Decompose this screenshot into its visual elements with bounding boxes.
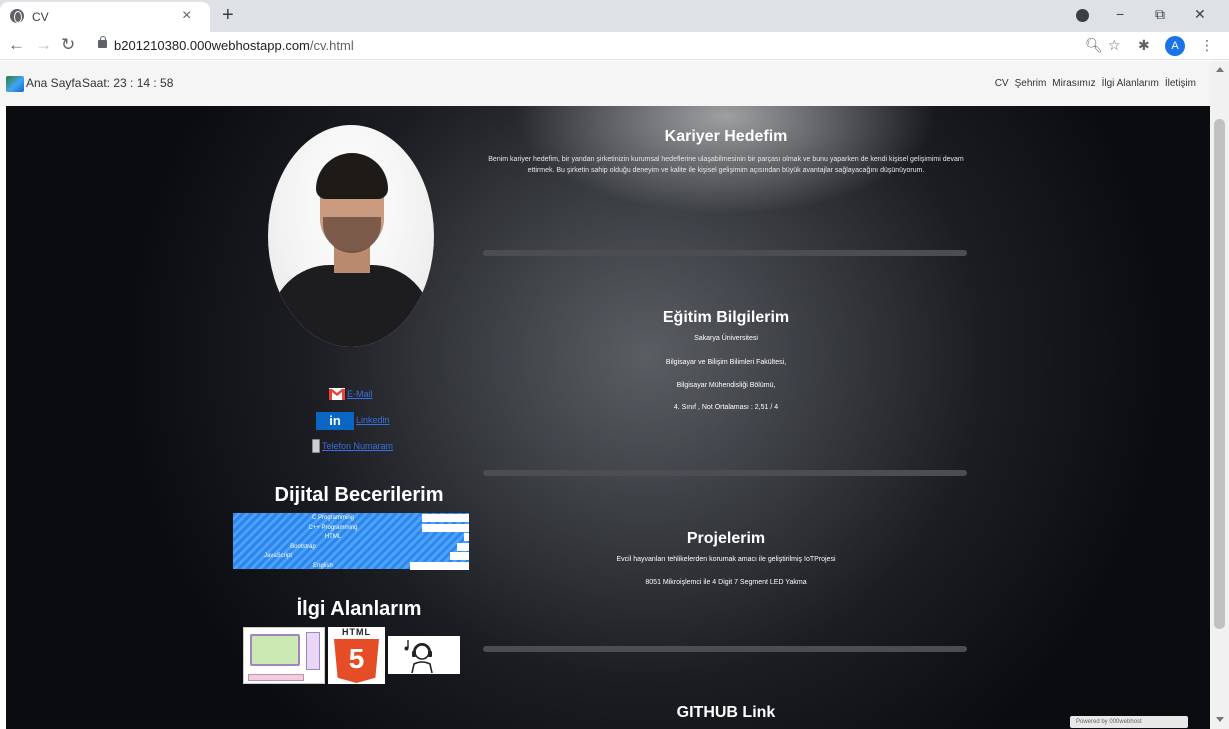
profile-avatar[interactable]: A — [1165, 36, 1185, 56]
education-line: 4. Sınıf , Not Ortalaması : 2,51 / 4 — [673, 404, 779, 411]
linkedin-link[interactable]: Linkedin — [356, 415, 390, 425]
url-path: /cv.html — [309, 38, 354, 53]
nav-link-sehrim[interactable]: Şehrim — [1015, 78, 1047, 89]
scrollbar[interactable] — [1210, 61, 1229, 729]
skill-bar — [410, 562, 469, 570]
computer-keyboard — [248, 674, 304, 681]
web-page: Ana Sayfa Saat: 23 : 14 : 58 CV Şehrim M… — [0, 61, 1210, 729]
zoom-icon[interactable]: 🔍︎ — [1085, 37, 1103, 54]
minimize-button[interactable]: − — [1116, 6, 1124, 22]
section-divider — [483, 250, 967, 256]
skills-chart: C Programming C++ Programming HTML Boots… — [233, 513, 469, 570]
html5-label: HTML — [342, 627, 371, 637]
skill-row: C Programming — [233, 514, 469, 522]
photo-beard — [323, 217, 381, 253]
education-line: Sakarya Üniversitesi — [694, 335, 758, 342]
project-line: Evcil hayvanları tehlikelerden korumak a… — [616, 556, 836, 563]
skill-row: English — [233, 562, 469, 570]
computer-tower — [306, 632, 320, 670]
music-listener-icon — [388, 636, 460, 674]
globe-icon — [10, 9, 24, 23]
nav-links: CV Şehrim Mirasımız İlgi Alanlarım İleti… — [995, 78, 1196, 89]
github-title: GITHUB Link — [676, 704, 776, 721]
skill-label: JavaScript — [263, 553, 292, 560]
skill-label: Bootstrap — [290, 543, 316, 550]
phone-link[interactable]: Telefon Numaram — [322, 441, 393, 451]
host-badge[interactable]: Powered by 000webhost — [1070, 716, 1188, 728]
nav-link-ilgi-alanlarim[interactable]: İlgi Alanlarım — [1102, 78, 1159, 89]
nav-link-iletisim[interactable]: İletişim — [1165, 78, 1196, 89]
skill-label: C Programming — [311, 515, 354, 521]
scroll-down-arrow-icon[interactable] — [1216, 717, 1224, 722]
section-divider — [483, 646, 967, 652]
browser-tab[interactable]: CV × — [0, 2, 210, 32]
site-logo-icon[interactable] — [6, 76, 24, 92]
education-line: Bilgisayar Mühendisliği Bölümü, — [676, 382, 776, 389]
tab-title: CV — [32, 10, 49, 24]
menu-dots-icon[interactable]: ⋮ — [1200, 37, 1214, 54]
section-divider — [483, 470, 967, 476]
browser-toolbar: ← → ↻ b201210380.000webhostapp.com/cv.ht… — [0, 32, 1229, 60]
forward-arrow-icon[interactable]: → — [35, 35, 52, 55]
clock-display: Saat: 23 : 14 : 58 — [82, 76, 174, 90]
html5-number: 5 — [348, 643, 365, 674]
skill-row: JavaScript — [233, 552, 469, 561]
photo-hair — [316, 153, 388, 199]
profile-photo — [268, 125, 434, 347]
star-icon[interactable]: ☆ — [1108, 37, 1121, 54]
photo-shirt — [270, 265, 432, 347]
nav-link-mirasimiz[interactable]: Mirasımız — [1052, 78, 1095, 89]
restore-button[interactable]: ⧉ — [1155, 6, 1165, 23]
tab-bar: CV × + − ⧉ ✕ — [0, 0, 1229, 32]
reload-icon[interactable]: ↻ — [61, 35, 75, 55]
html5-icon: HTML 5 — [328, 627, 385, 684]
phone-icon — [312, 439, 320, 453]
profile-dot-icon[interactable] — [1076, 9, 1089, 22]
email-link[interactable]: E-Mail — [347, 389, 373, 399]
skill-row: C++ Programming — [233, 523, 469, 532]
projects-title: Projelerim — [686, 530, 766, 547]
new-tab-button[interactable]: + — [222, 4, 234, 26]
skill-label: C++ Programming — [308, 524, 358, 531]
close-tab-icon[interactable]: × — [182, 7, 191, 25]
computer-screen — [250, 634, 300, 666]
scroll-thumb[interactable] — [1214, 119, 1225, 629]
skill-label: HTML — [324, 534, 342, 541]
education-title: Eğitim Bilgilerim — [662, 309, 790, 326]
interests-heading: İlgi Alanlarım — [296, 598, 422, 620]
site-navbar: Ana Sayfa Saat: 23 : 14 : 58 CV Şehrim M… — [0, 61, 1210, 106]
gmail-icon — [329, 388, 345, 400]
back-arrow-icon[interactable]: ← — [8, 35, 25, 55]
extensions-icon[interactable]: ✱ — [1138, 37, 1150, 54]
skill-bar — [457, 542, 469, 551]
cv-content: E-Mail in Linkedin Telefon Numaram Dijit… — [6, 106, 1210, 729]
close-window-button[interactable]: ✕ — [1194, 6, 1206, 23]
skill-bar — [464, 533, 469, 542]
computer-icon — [243, 627, 325, 684]
career-title: Kariyer Hedefim — [664, 128, 788, 145]
education-line: Bilgisayar ve Bilişim Bilimleri Fakültes… — [665, 359, 787, 366]
scroll-up-arrow-icon[interactable] — [1216, 67, 1224, 72]
home-link[interactable]: Ana Sayfa — [26, 76, 81, 90]
skill-row: Bootstrap — [233, 542, 469, 551]
linkedin-icon: in — [316, 412, 354, 430]
url-domain: b201210380.000webhostapp.com — [114, 38, 310, 53]
skill-bar — [450, 552, 469, 561]
skill-label: English — [313, 563, 333, 569]
nav-link-cv[interactable]: CV — [995, 78, 1009, 89]
project-line: 8051 Mikroişlemci ile 4 Digit 7 Segment … — [645, 579, 807, 586]
career-text: Benim kariyer hedefim, bir yandan şirket… — [488, 156, 964, 174]
lock-icon[interactable] — [98, 36, 107, 48]
skills-heading: Dijital Becerilerim — [274, 484, 444, 506]
skill-row: HTML — [233, 533, 469, 542]
address-bar[interactable]: b201210380.000webhostapp.com/cv.html — [114, 38, 354, 53]
